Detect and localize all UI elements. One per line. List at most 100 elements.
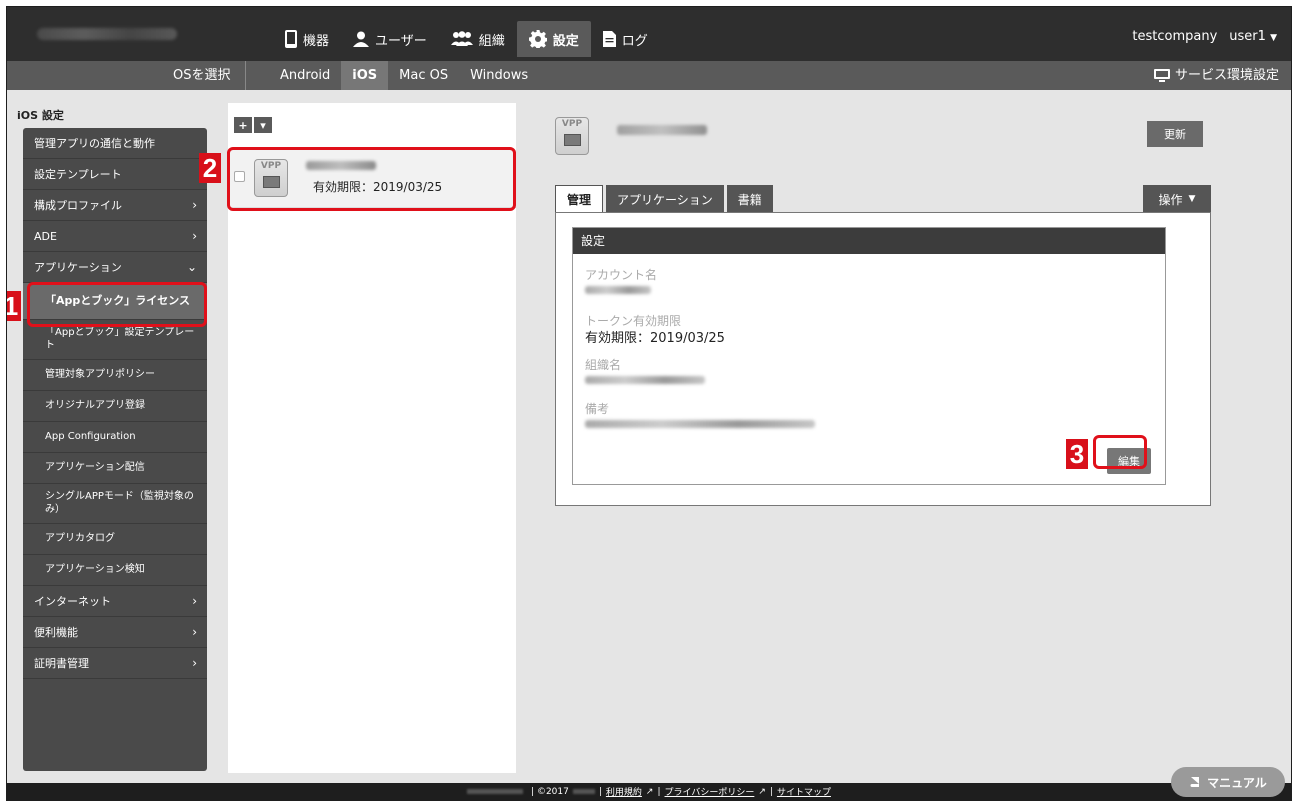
sidebar-item-internet[interactable]: インターネット › xyxy=(23,586,207,617)
add-button[interactable]: + xyxy=(234,117,252,133)
sidebar-sub-label: アプリケーション配信 xyxy=(45,461,145,473)
sidebar-sub-app-catalog[interactable]: アプリカタログ xyxy=(23,524,207,555)
nav-devices-label: 機器 xyxy=(303,33,330,49)
user-menu[interactable]: user1 ▼ xyxy=(1229,29,1277,44)
sidebar-sub-single-app-mode[interactable]: シングルAPPモード（監視対象のみ） xyxy=(23,484,207,524)
tab-manage[interactable]: 管理 xyxy=(555,185,604,213)
tab-applications[interactable]: アプリケーション xyxy=(606,185,724,213)
privacy-link[interactable]: プライバシーポリシー xyxy=(665,785,755,798)
nav-settings-label: 設定 xyxy=(552,33,579,49)
detail-vpp-icon: VPP xyxy=(555,117,589,155)
device-icon xyxy=(285,30,297,48)
org-name-redacted xyxy=(585,376,705,384)
main-nav: 機器 ユーザー 組織 設定 ログ xyxy=(273,21,660,57)
vpp-icon-text: VPP xyxy=(561,119,583,129)
gear-icon xyxy=(528,30,547,48)
company-name: testcompany xyxy=(1132,29,1218,44)
os-select-label: OSを選択 xyxy=(173,61,246,90)
os-tab-ios[interactable]: iOS xyxy=(341,61,389,90)
sidebar-sub-app-distribution[interactable]: アプリケーション配信 xyxy=(23,453,207,484)
settings-section-title: 設定 xyxy=(573,228,1165,254)
nav-devices[interactable]: 機器 xyxy=(273,21,341,57)
step2-highlight xyxy=(227,147,516,211)
sidebar-item-certificates[interactable]: 証明書管理 › xyxy=(23,648,207,679)
sidebar-title: iOS 設定 xyxy=(17,109,64,122)
os-tab-windows[interactable]: Windows xyxy=(459,61,539,90)
step3-highlight xyxy=(1093,435,1147,469)
sitemap-link[interactable]: サイトマップ xyxy=(777,785,831,798)
nav-log-label: ログ xyxy=(621,33,648,49)
detail-tabs: 管理 アプリケーション 書籍 xyxy=(555,185,773,213)
nav-settings[interactable]: 設定 xyxy=(516,21,591,57)
sidebar-sub-managed-app-policy[interactable]: 管理対象アプリポリシー xyxy=(23,360,207,391)
manual-label: マニュアル xyxy=(1207,775,1267,790)
step1-badge: 1 xyxy=(7,291,21,321)
book-icon xyxy=(1190,777,1200,787)
operations-label: 操作 xyxy=(1158,192,1183,207)
os-tabs: Android iOS Mac OS Windows xyxy=(269,61,539,90)
external-link-icon: ↗ xyxy=(758,786,766,797)
service-settings-link[interactable]: サービス環境設定 xyxy=(1153,61,1279,90)
note-redacted xyxy=(585,420,815,428)
list-toolbar: + ▾ xyxy=(234,117,272,133)
sidebar-item-label: 構成プロファイル xyxy=(34,199,122,212)
external-link-icon: ↗ xyxy=(645,786,654,797)
sidebar-item-convenience[interactable]: 便利機能 › xyxy=(23,617,207,648)
sidebar-item-label: インターネット xyxy=(34,595,111,608)
sidebar-sub-label: アプリケーション検知 xyxy=(45,563,145,575)
tab-books[interactable]: 書籍 xyxy=(726,185,773,213)
sidebar-item-app-communication[interactable]: 管理アプリの通信と動作 xyxy=(23,128,207,159)
sidebar-sub-app-detection[interactable]: アプリケーション検知 xyxy=(23,555,207,586)
manual-button[interactable]: マニュアル xyxy=(1171,767,1285,797)
footer-separator: | xyxy=(598,786,602,797)
footer-name-redacted xyxy=(572,789,595,794)
sidebar-item-label: 便利機能 xyxy=(34,626,78,639)
os-tab-macos[interactable]: Mac OS xyxy=(388,61,459,90)
sidebar-item-config-profile[interactable]: 構成プロファイル › xyxy=(23,190,207,221)
vpp-card-shape xyxy=(564,134,581,146)
group-icon xyxy=(450,31,473,46)
org-name-label: 組織名 xyxy=(585,358,622,372)
os-tab-android[interactable]: Android xyxy=(269,61,341,90)
monitor-icon xyxy=(1153,68,1170,82)
account-name-label: アカウント名 xyxy=(585,268,658,282)
footer-separator: | xyxy=(657,786,661,797)
chevron-right-icon: › xyxy=(192,229,197,243)
step1-highlight xyxy=(27,282,207,327)
operations-button[interactable]: 操作 ▼ xyxy=(1143,185,1211,213)
refresh-button[interactable]: 更新 xyxy=(1147,121,1203,147)
sidebar-item-settings-template[interactable]: 設定テンプレート xyxy=(23,159,207,190)
app-window: 機器 ユーザー 組織 設定 ログ testcompany user1 ▼ OSを… xyxy=(6,6,1292,801)
sidebar-item-label: 証明書管理 xyxy=(34,657,89,670)
sidebar-item-ade[interactable]: ADE › xyxy=(23,221,207,252)
chevron-right-icon: › xyxy=(192,625,197,639)
user-icon xyxy=(353,31,370,47)
document-icon xyxy=(602,31,616,47)
caret-down-icon: ▼ xyxy=(1188,194,1196,204)
sidebar: 管理アプリの通信と動作 設定テンプレート 構成プロファイル › ADE › アプリケ… xyxy=(23,128,207,771)
nav-organization[interactable]: 組織 xyxy=(439,21,517,57)
sidebar-sub-label: オリジナルアプリ登録 xyxy=(45,399,145,411)
sidebar-sub-label: 「Appとブック」設定テンプレート xyxy=(45,327,195,351)
sidebar-sub-label: App Configuration xyxy=(45,430,136,442)
note-label: 備考 xyxy=(585,402,610,416)
top-nav-bar: 機器 ユーザー 組織 設定 ログ testcompany user1 ▼ xyxy=(7,7,1291,61)
token-expiry-value: 有効期限：2019/03/25 xyxy=(585,331,725,346)
sidebar-sub-original-app[interactable]: オリジナルアプリ登録 xyxy=(23,391,207,422)
nav-organization-label: 組織 xyxy=(478,33,505,49)
terms-link[interactable]: 利用規約 xyxy=(606,785,642,798)
nav-users[interactable]: ユーザー xyxy=(341,21,439,57)
footer-separator: | xyxy=(769,786,773,797)
sidebar-item-applications[interactable]: アプリケーション ⌄ xyxy=(23,252,207,283)
sidebar-item-label: 管理アプリの通信と動作 xyxy=(34,137,155,150)
chevron-right-icon: › xyxy=(192,594,197,608)
service-settings-label: サービス環境設定 xyxy=(1174,68,1279,83)
nav-users-label: ユーザー xyxy=(375,33,427,49)
add-dropdown-button[interactable]: ▾ xyxy=(254,117,272,133)
account-area: testcompany user1 ▼ xyxy=(1132,29,1277,44)
chevron-right-icon: › xyxy=(192,656,197,670)
nav-log[interactable]: ログ xyxy=(591,21,660,57)
sidebar-sub-app-configuration[interactable]: App Configuration xyxy=(23,422,207,453)
sidebar-item-label: 設定テンプレート xyxy=(34,168,122,181)
sidebar-item-label: アプリケーション xyxy=(34,261,122,274)
